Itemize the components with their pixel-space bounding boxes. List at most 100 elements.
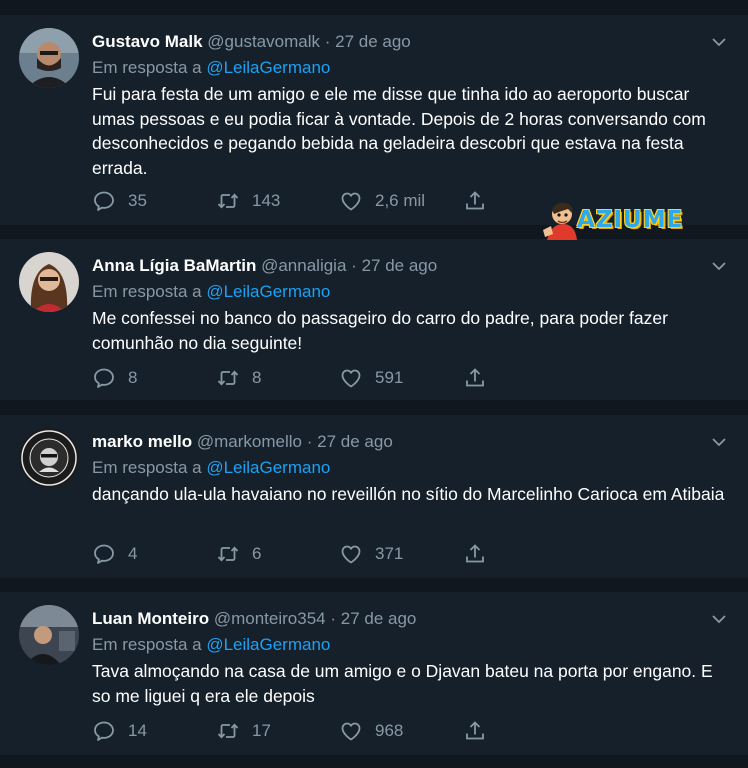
- reply-prefix: Em resposta a: [92, 282, 207, 301]
- watermark: AZIUME: [541, 200, 691, 240]
- retweet-icon: [216, 189, 240, 213]
- timestamp[interactable]: 27 de ago: [317, 432, 393, 451]
- reply-button[interactable]: 4: [92, 542, 137, 566]
- separator: ·: [306, 432, 313, 451]
- user-handle[interactable]: @annaligia: [261, 256, 346, 275]
- display-name[interactable]: Gustavo Malk: [92, 32, 203, 51]
- mention-link[interactable]: @LeilaGermano: [206, 58, 330, 77]
- retweet-icon: [216, 366, 240, 390]
- chevron-down-icon[interactable]: [710, 435, 728, 449]
- share-button[interactable]: [463, 366, 487, 390]
- reply-prefix: Em resposta a: [92, 635, 207, 654]
- mascot-icon: [543, 202, 577, 240]
- avatar[interactable]: [19, 28, 79, 88]
- reply-icon: [92, 719, 116, 743]
- reply-count: 35: [128, 191, 147, 210]
- like-button[interactable]: 371: [339, 542, 403, 566]
- share-button[interactable]: [463, 189, 487, 213]
- user-handle[interactable]: @monteiro354: [214, 609, 326, 628]
- retweet-button[interactable]: 6: [216, 542, 261, 566]
- share-icon: [463, 719, 487, 743]
- like-button[interactable]: 968: [339, 719, 403, 743]
- separator: ·: [324, 32, 331, 51]
- tweet[interactable]: Anna Lígia BaMartin @annaligia · 27 de a…: [0, 239, 748, 400]
- avatar[interactable]: [19, 428, 79, 488]
- heart-icon: [339, 719, 363, 743]
- tweet-text: dançando ula-ula havaiano no reveillón n…: [92, 484, 725, 504]
- reply-button[interactable]: 8: [92, 366, 137, 390]
- avatar-photo: [19, 252, 79, 312]
- share-button[interactable]: [463, 719, 487, 743]
- like-button[interactable]: 591: [339, 366, 403, 390]
- avatar-photo: [19, 605, 79, 665]
- retweet-button[interactable]: 8: [216, 366, 261, 390]
- reply-context: Em resposta a @LeilaGermano: [92, 634, 330, 656]
- retweet-count: 8: [252, 368, 262, 387]
- tweet-header: marko mello @markomello · 27 de ago: [92, 431, 393, 453]
- watermark-text: AZIUME: [577, 207, 684, 233]
- display-name[interactable]: Anna Lígia BaMartin: [92, 256, 256, 275]
- share-icon: [463, 189, 487, 213]
- share-icon: [463, 366, 487, 390]
- tweet-actions: 35 143 2,6 mil: [92, 189, 512, 213]
- tweet-text: Fui para festa de um amigo e ele me diss…: [92, 84, 706, 178]
- reply-count: 14: [128, 721, 147, 740]
- retweet-button[interactable]: 143: [216, 189, 280, 213]
- reply-icon: [92, 189, 116, 213]
- tweet[interactable]: Luan Monteiro @monteiro354 · 27 de ago E…: [0, 592, 748, 755]
- user-handle[interactable]: @gustavomalk: [207, 32, 320, 51]
- retweet-icon: [216, 719, 240, 743]
- share-button[interactable]: [463, 542, 487, 566]
- like-button[interactable]: 2,6 mil: [339, 189, 425, 213]
- timestamp[interactable]: 27 de ago: [362, 256, 438, 275]
- retweet-button[interactable]: 17: [216, 719, 271, 743]
- mention-link[interactable]: @LeilaGermano: [206, 458, 330, 477]
- reply-context: Em resposta a @LeilaGermano: [92, 57, 330, 79]
- tweet-text: Me confessei no banco do passageiro do c…: [92, 308, 668, 353]
- avatar[interactable]: [19, 605, 79, 665]
- avatar[interactable]: [19, 252, 79, 312]
- timestamp[interactable]: 27 de ago: [341, 609, 417, 628]
- heart-icon: [339, 366, 363, 390]
- user-handle[interactable]: @markomello: [197, 432, 302, 451]
- display-name[interactable]: marko mello: [92, 432, 192, 451]
- mention-link[interactable]: @LeilaGermano: [206, 635, 330, 654]
- tweet-header: Gustavo Malk @gustavomalk · 27 de ago: [92, 31, 411, 53]
- reply-context: Em resposta a @LeilaGermano: [92, 281, 330, 303]
- separator: ·: [330, 609, 337, 628]
- tweet-actions: 8 8 591: [92, 366, 512, 390]
- reply-prefix: Em resposta a: [92, 458, 207, 477]
- reply-context: Em resposta a @LeilaGermano: [92, 457, 330, 479]
- heart-icon: [339, 189, 363, 213]
- chevron-down-icon[interactable]: [710, 259, 728, 273]
- retweet-count: 6: [252, 544, 262, 563]
- retweet-count: 17: [252, 721, 271, 740]
- tweet-header: Anna Lígia BaMartin @annaligia · 27 de a…: [92, 255, 437, 277]
- like-count: 371: [375, 544, 404, 563]
- reply-button[interactable]: 35: [92, 189, 147, 213]
- tweet-actions: 4 6 371: [92, 542, 512, 566]
- share-icon: [463, 542, 487, 566]
- like-count: 591: [375, 368, 404, 387]
- timestamp[interactable]: 27 de ago: [335, 32, 411, 51]
- heart-icon: [339, 542, 363, 566]
- display-name[interactable]: Luan Monteiro: [92, 609, 209, 628]
- tweet-header: Luan Monteiro @monteiro354 · 27 de ago: [92, 608, 416, 630]
- reply-count: 8: [128, 368, 138, 387]
- like-count: 968: [375, 721, 404, 740]
- tweet-actions: 14 17 968: [92, 719, 512, 743]
- reply-count: 4: [128, 544, 138, 563]
- reply-icon: [92, 366, 116, 390]
- reply-icon: [92, 542, 116, 566]
- tweet[interactable]: Gustavo Malk @gustavomalk · 27 de ago Em…: [0, 15, 748, 225]
- retweet-icon: [216, 542, 240, 566]
- tweet[interactable]: marko mello @markomello · 27 de ago Em r…: [0, 415, 748, 578]
- chevron-down-icon[interactable]: [710, 35, 728, 49]
- chevron-down-icon[interactable]: [710, 612, 728, 626]
- reply-button[interactable]: 14: [92, 719, 147, 743]
- mention-link[interactable]: @LeilaGermano: [206, 282, 330, 301]
- avatar-photo: [19, 28, 79, 88]
- like-count: 2,6 mil: [375, 191, 426, 210]
- tweet-text: Tava almoçando na casa de um amigo e o D…: [92, 661, 713, 706]
- timeline: Gustavo Malk @gustavomalk · 27 de ago Em…: [0, 0, 748, 768]
